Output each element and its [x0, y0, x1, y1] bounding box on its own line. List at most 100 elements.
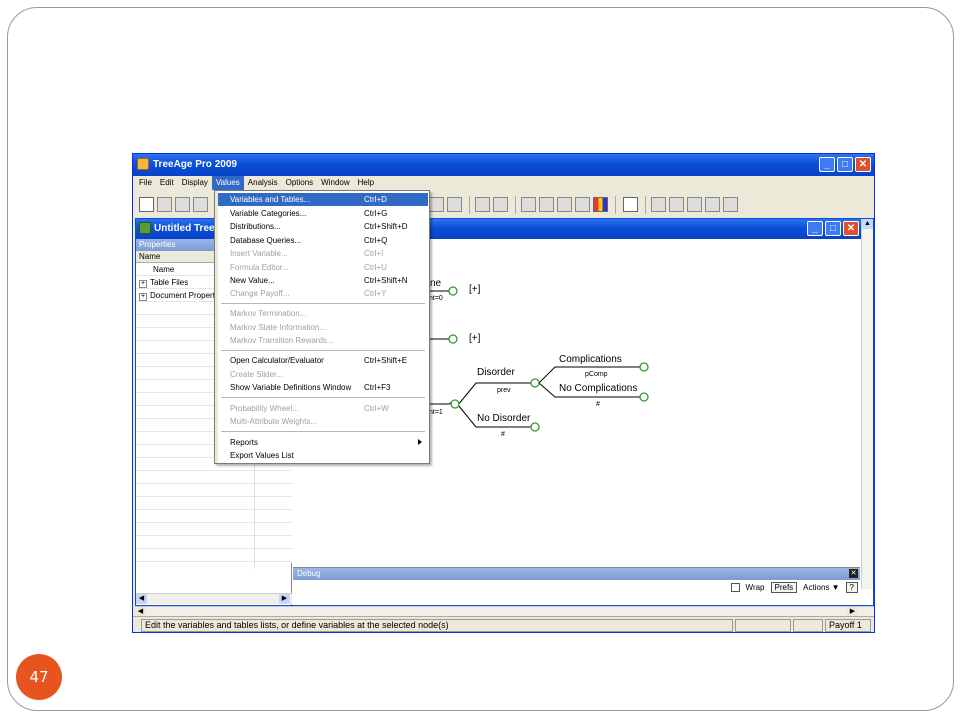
chance-node-circle[interactable] — [448, 334, 458, 344]
menu-item-label: Variables and Tables... — [230, 195, 311, 204]
disorder-label[interactable]: Disorder — [477, 367, 515, 378]
menu-item-variables-and-tables[interactable]: Variables and Tables... Ctrl+D — [218, 193, 428, 206]
menu-item-label: Markov Termination... — [230, 309, 307, 318]
menu-item-markov-transition-rewards[interactable]: Markov Transition Rewards... — [218, 334, 428, 347]
prefs-button[interactable]: Prefs — [770, 582, 798, 593]
menu-item-change-payoff[interactable]: Change Payoff... Ctrl+Y — [218, 287, 428, 300]
color-palette-icon[interactable] — [593, 197, 608, 212]
properties-hscrollbar[interactable]: ◀ ▶ — [136, 593, 292, 604]
menu-item-multi-attribute-weights[interactable]: Multi-Attribute Weights... — [218, 415, 428, 428]
node-arrange-icon[interactable] — [447, 197, 462, 212]
scroll-left-icon[interactable]: ◀ — [136, 594, 147, 604]
complications-probability: pComp — [585, 371, 608, 378]
decision-node-icon[interactable] — [669, 197, 684, 212]
chance-node-icon[interactable] — [687, 197, 702, 212]
app-titlebar[interactable]: TreeAge Pro 2009 _ □ ✕ — [133, 154, 874, 176]
logic-node-icon[interactable] — [723, 197, 738, 212]
print-icon[interactable] — [193, 197, 208, 212]
chance-node-circle[interactable] — [450, 399, 460, 409]
close-button[interactable]: ✕ — [855, 157, 871, 172]
menu-item-label: Open Calculator/Evaluator — [230, 356, 324, 365]
menu-values[interactable]: Values — [211, 176, 244, 190]
save-disk-icon[interactable] — [175, 197, 190, 212]
status-payoff: Payoff 1 — [825, 619, 871, 632]
new-file-icon[interactable] — [139, 197, 154, 212]
menu-item-show-variable-definitions[interactable]: Show Variable Definitions Window Ctrl+F3 — [218, 381, 428, 394]
menu-item-create-slider[interactable]: Create Slider... — [218, 368, 428, 381]
chance-node-circle[interactable] — [530, 378, 540, 388]
maximize-button[interactable]: □ — [837, 157, 853, 172]
menu-window[interactable]: Window — [317, 176, 353, 190]
menu-item-database-queries[interactable]: Database Queries... Ctrl+Q — [218, 234, 428, 247]
menu-item-label: Reports — [230, 438, 259, 447]
menu-item-export-values-list[interactable]: Export Values List — [218, 449, 428, 462]
collapsed-subtree-indicator[interactable]: [+] — [469, 284, 480, 295]
help-button[interactable]: ? — [845, 582, 858, 593]
actions-dropdown[interactable]: Actions ▼ — [803, 583, 839, 592]
menu-help[interactable]: Help — [354, 176, 378, 190]
terminal-node-circle[interactable] — [639, 362, 649, 372]
terminal-node-circle[interactable] — [639, 392, 649, 402]
expand-plus-icon[interactable]: + — [139, 293, 147, 301]
toolbar-separator — [645, 196, 646, 214]
no-complications-label[interactable]: No Complications — [559, 383, 637, 394]
menu-item-shortcut: Ctrl+Shift+N — [364, 276, 408, 285]
branch-1-label[interactable]: ne — [430, 278, 441, 289]
menu-item-variable-categories[interactable]: Variable Categories... Ctrl+G — [218, 207, 428, 220]
info-icon[interactable] — [493, 197, 508, 212]
menu-analysis[interactable]: Analysis — [244, 176, 282, 190]
doc-minimize-button[interactable]: _ — [807, 221, 823, 236]
tree-doc-icon — [139, 222, 151, 234]
expand-plus-icon[interactable]: + — [139, 280, 147, 288]
menu-item-distributions[interactable]: Distributions... Ctrl+Shift+D — [218, 220, 428, 233]
menu-item-reports[interactable]: Reports — [218, 436, 428, 449]
menu-item-label: Probability Wheel... — [230, 404, 299, 413]
stopwatch-icon[interactable] — [475, 197, 490, 212]
open-folder-icon[interactable] — [157, 197, 172, 212]
no-disorder-label[interactable]: No Disorder — [477, 413, 530, 424]
menu-item-insert-variable[interactable]: Insert Variable... Ctrl+I — [218, 247, 428, 260]
toolbar-separator — [515, 196, 516, 214]
menu-separator — [221, 303, 425, 304]
menu-item-label: New Value... — [230, 276, 275, 285]
complications-label[interactable]: Complications — [559, 354, 622, 365]
sensitivity-icon[interactable] — [539, 197, 554, 212]
menu-display[interactable]: Display — [178, 176, 212, 190]
move-crosshair-icon[interactable] — [623, 197, 638, 212]
menu-item-probability-wheel[interactable]: Probability Wheel... Ctrl+W — [218, 402, 428, 415]
menu-separator — [221, 431, 425, 432]
menu-item-formula-editor[interactable]: Formula Editor... Ctrl+U — [218, 261, 428, 274]
menu-item-markov-state-information[interactable]: Markov State Information... — [218, 321, 428, 334]
scroll-up-icon[interactable]: ▲ — [862, 219, 873, 229]
doc-close-button[interactable]: ✕ — [843, 221, 859, 236]
toolbar-separator — [469, 196, 470, 214]
menu-item-label: Database Queries... — [230, 236, 302, 245]
debug-close-icon[interactable]: ✕ — [849, 569, 858, 578]
bar-chart-icon[interactable] — [521, 197, 536, 212]
menu-item-label: Variable Categories... — [230, 209, 307, 218]
menu-item-markov-termination[interactable]: Markov Termination... — [218, 307, 428, 320]
menubar: File Edit Display Values Analysis Option… — [133, 176, 874, 190]
menu-item-shortcut: Ctrl+G — [364, 209, 388, 218]
pointer-arrow-icon[interactable] — [651, 197, 666, 212]
menu-item-new-value[interactable]: New Value... Ctrl+Shift+N — [218, 274, 428, 287]
minimize-button[interactable]: _ — [819, 157, 835, 172]
menu-item-open-calculator-evaluator[interactable]: Open Calculator/Evaluator Ctrl+Shift+E — [218, 354, 428, 367]
menu-item-shortcut: Ctrl+Shift+D — [364, 222, 408, 231]
menu-item-label: Insert Variable... — [230, 249, 288, 258]
wrap-checkbox[interactable] — [730, 583, 740, 592]
collapsed-subtree-indicator[interactable]: [+] — [469, 333, 480, 344]
markov-node-icon[interactable] — [705, 197, 720, 212]
status-message: Edit the variables and tables lists, or … — [141, 619, 733, 632]
menu-edit[interactable]: Edit — [156, 176, 178, 190]
menu-options[interactable]: Options — [282, 176, 318, 190]
scroll-right-icon[interactable]: ▶ — [279, 594, 290, 604]
terminal-node-circle[interactable] — [530, 422, 540, 432]
clock-icon[interactable] — [429, 197, 444, 212]
menu-file[interactable]: File — [135, 176, 156, 190]
canvas-vscrollbar[interactable]: ▲ — [861, 219, 873, 589]
gear-icon[interactable] — [575, 197, 590, 212]
sensitivity-2-icon[interactable] — [557, 197, 572, 212]
chance-node-circle[interactable] — [448, 286, 458, 296]
doc-maximize-button[interactable]: □ — [825, 221, 841, 236]
